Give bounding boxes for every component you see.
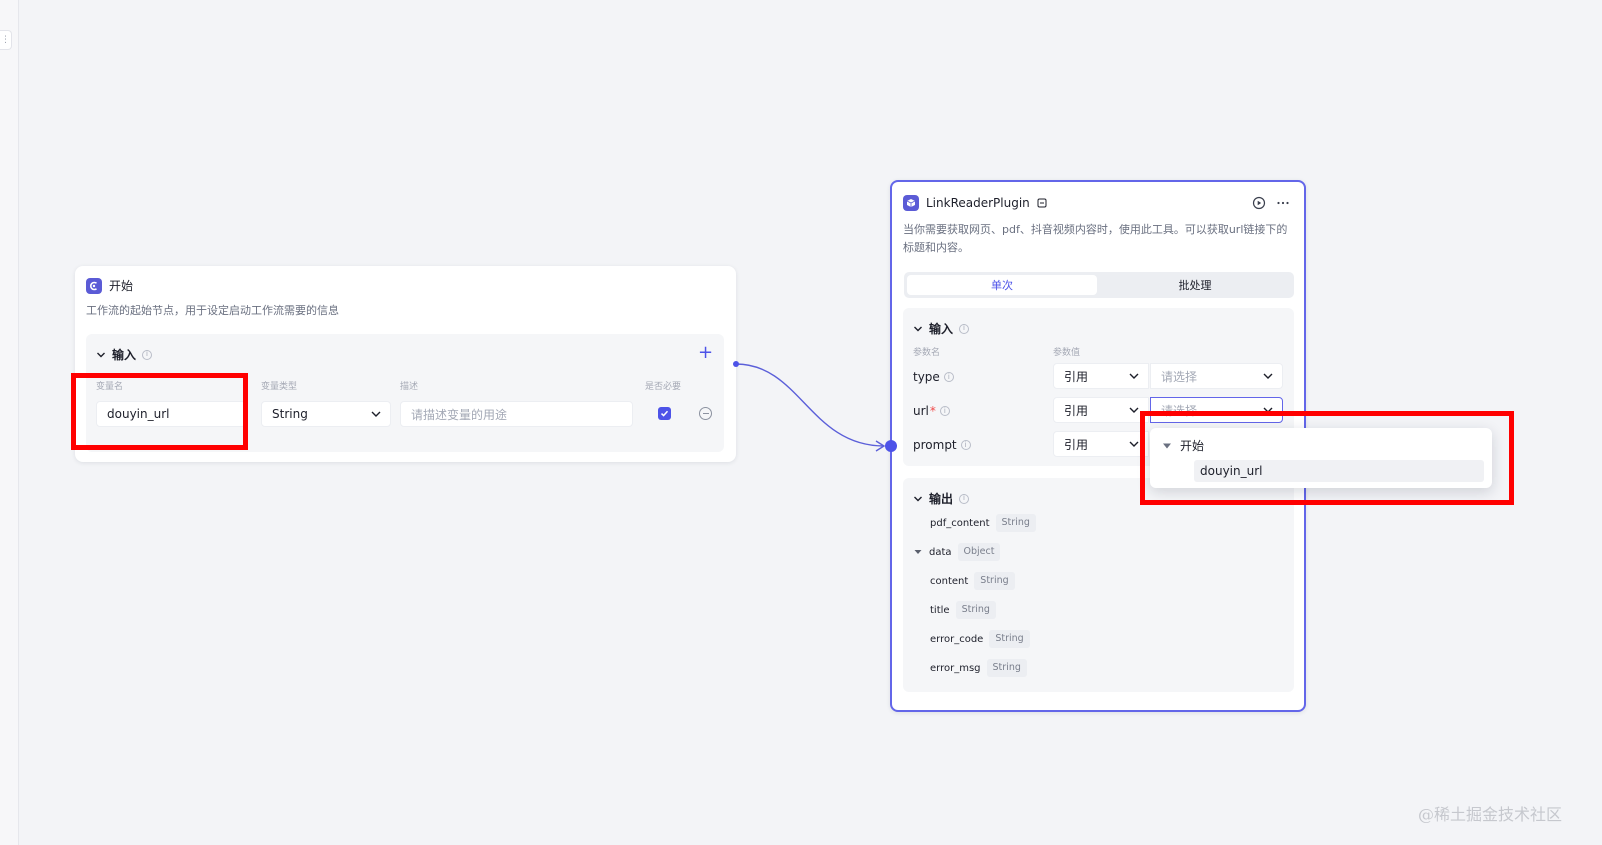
plugin-input-label: 输入 [929, 322, 954, 336]
required-asterisk: * [929, 404, 936, 418]
more-options-icon[interactable] [1276, 196, 1290, 210]
output-type-tag: String [989, 630, 1030, 648]
chevron-down-icon [371, 411, 381, 417]
required-checkbox[interactable] [658, 407, 671, 420]
start-node-description: 工作流的起始节点，用于设定启动工作流需要的信息 [86, 304, 339, 317]
param-prompt-mode: 引用 [1064, 437, 1089, 452]
chevron-down-icon [1129, 373, 1139, 379]
param-prompt-mode-select[interactable]: 引用 [1053, 431, 1149, 457]
param-url-mode-select[interactable]: 引用 [1053, 397, 1149, 423]
highlight-box-variable [71, 373, 248, 450]
run-node-icon[interactable] [1252, 196, 1266, 210]
plugin-node-title: LinkReaderPlugin [926, 196, 1030, 210]
col-var-type: 变量类型 [261, 382, 298, 392]
plugin-output-label: 输出 [929, 492, 954, 506]
start-input-label: 输入 [112, 348, 137, 362]
output-name: title [930, 604, 950, 616]
output-name: error_msg [930, 662, 981, 674]
col-param-name: 参数名 [913, 348, 941, 358]
output-type-tag: String [974, 572, 1015, 590]
plugin-output-panel: 输出 i pdf_content String data Object cont… [903, 478, 1294, 692]
plugin-input-header[interactable]: 输入 i [913, 320, 970, 337]
workflow-canvas[interactable]: 开始 工作流的起始节点，用于设定启动工作流需要的信息 输入 i + 变量名 变量… [0, 0, 1602, 845]
output-name: error_code [930, 633, 984, 645]
output-name: data [929, 546, 952, 558]
add-variable-button[interactable]: + [698, 344, 713, 362]
param-url-label: url [913, 404, 929, 418]
param-type: type i [913, 370, 954, 384]
param-prompt-label: prompt [913, 438, 957, 452]
tab-batch[interactable]: 批处理 [1100, 275, 1290, 295]
plugin-input-handle[interactable] [885, 440, 897, 452]
info-icon: i [959, 323, 970, 334]
chevron-down-icon [1263, 373, 1273, 379]
col-required: 是否必要 [645, 382, 682, 392]
variable-description-placeholder: 请描述变量的用途 [411, 407, 508, 422]
output-row: content String [930, 572, 1015, 590]
start-input-header[interactable]: 输入 i [96, 346, 153, 363]
mode-tabs: 单次 批处理 [904, 272, 1294, 298]
chevron-down-icon [914, 496, 922, 501]
plugin-node-description: 当你需要获取网页、pdf、抖音视频内容时，使用此工具。可以获取url链接下的标题… [903, 223, 1288, 254]
watermark: @稀土掘金技术社区 [1417, 805, 1562, 824]
col-desc: 描述 [400, 382, 419, 392]
check-icon [660, 410, 669, 417]
info-icon: i [142, 349, 153, 360]
external-link-icon[interactable] [1037, 198, 1047, 208]
param-type-label: type [913, 370, 940, 384]
param-prompt: prompt i [913, 438, 971, 452]
param-url: url * i [913, 404, 950, 418]
variable-type-select[interactable]: String [261, 401, 391, 427]
output-type-tag: String [995, 514, 1036, 532]
output-row: title String [930, 601, 996, 619]
variable-description-input[interactable]: 请描述变量的用途 [400, 401, 633, 427]
output-type-tag: String [955, 601, 996, 619]
output-row: error_msg String [930, 659, 1027, 677]
start-node-title: 开始 [109, 279, 134, 293]
chevron-down-icon [1129, 407, 1139, 413]
output-row: pdf_content String [930, 514, 1036, 532]
param-type-placeholder: 请选择 [1161, 369, 1198, 384]
start-output-handle[interactable] [733, 361, 739, 367]
output-row: error_code String [930, 630, 1030, 648]
tab-single[interactable]: 单次 [907, 275, 1097, 295]
info-icon: i [943, 372, 954, 382]
start-node-icon [86, 277, 102, 294]
output-type-tag: Object [957, 543, 1001, 561]
param-type-value-select[interactable]: 请选择 [1150, 363, 1283, 389]
chevron-down-icon [914, 326, 922, 331]
output-name: content [930, 575, 969, 587]
output-row: data Object [913, 543, 1001, 561]
plugin-node-icon [903, 195, 919, 211]
output-name: pdf_content [930, 517, 990, 529]
plugin-output-header[interactable]: 输出 i [913, 490, 970, 507]
variable-type-value: String [272, 407, 308, 421]
param-url-mode: 引用 [1064, 403, 1089, 418]
chevron-down-icon [1129, 441, 1139, 447]
output-type-tag: String [986, 659, 1027, 677]
chevron-down-icon [97, 352, 105, 357]
caret-down-icon[interactable] [913, 547, 923, 557]
info-icon: i [960, 440, 971, 450]
param-type-mode-select[interactable]: 引用 [1053, 363, 1149, 389]
remove-variable-button[interactable] [699, 407, 712, 420]
col-param-value: 参数值 [1053, 348, 1081, 358]
highlight-box-dropdown [1140, 411, 1514, 505]
info-icon: i [959, 493, 970, 504]
param-type-mode: 引用 [1064, 369, 1089, 384]
info-icon: i [939, 406, 950, 416]
